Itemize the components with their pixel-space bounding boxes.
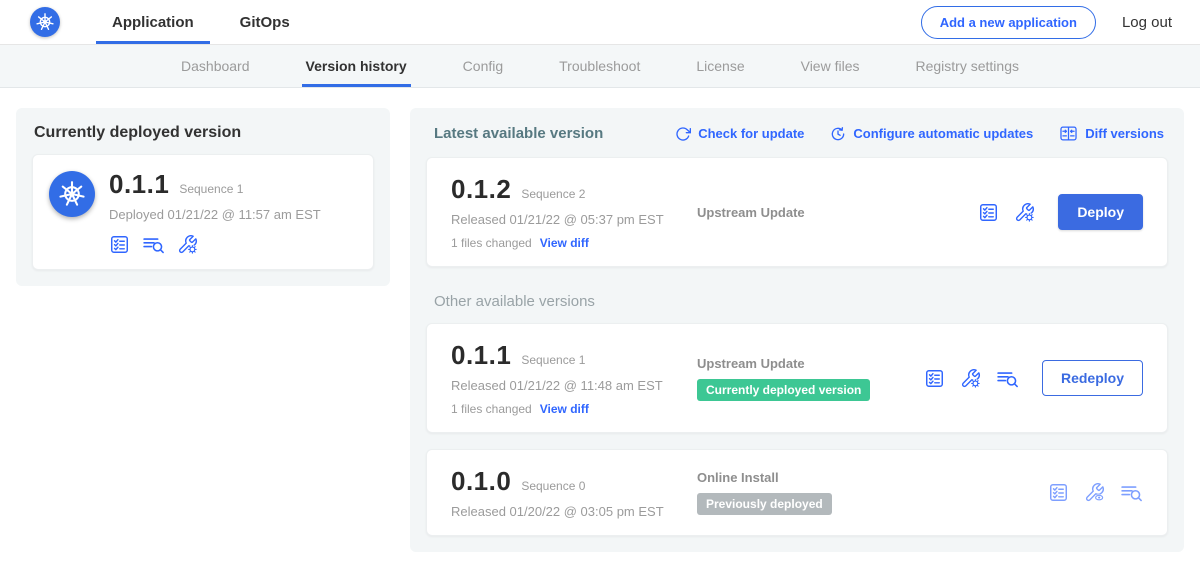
version-card-0-1-1: 0.1.1 Sequence 1 Released 01/21/22 @ 11:…: [426, 323, 1168, 433]
view-config-icon[interactable]: [1084, 482, 1105, 503]
currently-deployed-badge: Currently deployed version: [697, 379, 870, 401]
edit-config-icon[interactable]: [960, 368, 981, 389]
deployed-timestamp: Deployed 01/21/22 @ 11:57 am EST: [109, 207, 321, 222]
subnav-troubleshoot[interactable]: Troubleshoot: [555, 45, 644, 87]
diff-versions-link[interactable]: Diff versions: [1059, 124, 1164, 143]
subnav-registry-settings[interactable]: Registry settings: [912, 45, 1023, 87]
files-changed-label: 1 files changed: [451, 402, 532, 416]
version-sequence: Sequence 0: [521, 479, 585, 493]
version-number: 0.1.2: [451, 174, 511, 205]
other-versions-header: Other available versions: [426, 293, 1168, 310]
version-source: Upstream Update: [697, 356, 805, 371]
view-diff-link[interactable]: View diff: [540, 402, 589, 416]
deploy-button[interactable]: Deploy: [1058, 194, 1143, 230]
application-icon: [49, 171, 95, 217]
app-subnav: Dashboard Version history Config Trouble…: [0, 45, 1200, 88]
top-tabs: Application GitOps: [96, 0, 306, 44]
version-info: 0.1.2 Sequence 2 Released 01/21/22 @ 05:…: [451, 174, 697, 250]
files-changed-label: 1 files changed: [451, 236, 532, 250]
version-card-0-1-2: 0.1.2 Sequence 2 Released 01/21/22 @ 05:…: [426, 157, 1168, 267]
preflight-checks-icon[interactable]: [978, 202, 999, 223]
released-timestamp: Released 01/20/22 @ 03:05 pm EST: [451, 504, 697, 519]
subnav-config[interactable]: Config: [459, 45, 507, 87]
version-card-actions: Redeploy: [924, 360, 1143, 396]
view-diff-link[interactable]: View diff: [540, 236, 589, 250]
deployed-sequence: Sequence 1: [179, 182, 243, 196]
released-timestamp: Released 01/21/22 @ 05:37 pm EST: [451, 212, 697, 227]
deploy-logs-icon[interactable]: [1120, 482, 1143, 503]
tab-gitops[interactable]: GitOps: [224, 0, 306, 44]
version-source-column: Online Install Previously deployed: [697, 470, 1048, 515]
redeploy-button[interactable]: Redeploy: [1042, 360, 1143, 396]
add-application-button[interactable]: Add a new application: [921, 6, 1096, 39]
refresh-icon: [675, 126, 691, 142]
latest-version-header: Latest available version: [434, 125, 603, 142]
versions-panel-header: Latest available version Check for updat…: [426, 122, 1168, 143]
version-info: 0.1.0 Sequence 0 Released 01/20/22 @ 03:…: [451, 466, 697, 519]
version-actions: Check for update Configure automatic upd…: [675, 124, 1164, 143]
diff-icon: [1059, 124, 1078, 143]
edit-config-icon[interactable]: [1014, 202, 1035, 223]
version-source: Upstream Update: [697, 205, 805, 220]
version-card-0-1-0: 0.1.0 Sequence 0 Released 01/20/22 @ 03:…: [426, 449, 1168, 536]
kots-admin-page: Application GitOps Add a new application…: [0, 0, 1200, 564]
available-versions-panel: Latest available version Check for updat…: [410, 108, 1184, 552]
preflight-checks-icon[interactable]: [109, 234, 130, 255]
top-navbar: Application GitOps Add a new application…: [0, 0, 1200, 45]
version-source-column: Upstream Update Currently deployed versi…: [697, 356, 924, 401]
preflight-checks-icon[interactable]: [1048, 482, 1069, 503]
subnav-license[interactable]: License: [692, 45, 748, 87]
version-source-column: Upstream Update: [697, 205, 978, 220]
version-card-actions: [1048, 482, 1143, 503]
version-number: 0.1.0: [451, 466, 511, 497]
deploy-logs-icon[interactable]: [142, 234, 165, 255]
preflight-checks-icon[interactable]: [924, 368, 945, 389]
configure-automatic-updates-link[interactable]: Configure automatic updates: [830, 126, 1033, 142]
subnav-dashboard[interactable]: Dashboard: [177, 45, 254, 87]
topbar-actions: Add a new application Log out: [921, 0, 1172, 44]
version-card-actions: Deploy: [978, 194, 1143, 230]
version-info: 0.1.1 Sequence 1 Released 01/21/22 @ 11:…: [451, 340, 697, 416]
deployed-panel-title: Currently deployed version: [32, 124, 374, 142]
version-sequence: Sequence 1: [521, 353, 585, 367]
subnav-view-files[interactable]: View files: [797, 45, 864, 87]
subnav-version-history[interactable]: Version history: [302, 45, 411, 87]
logout-button[interactable]: Log out: [1122, 14, 1172, 31]
version-number: 0.1.1: [451, 340, 511, 371]
kubernetes-logo-icon: [30, 7, 60, 37]
edit-config-icon[interactable]: [177, 234, 198, 255]
deployed-version-number: 0.1.1: [109, 169, 169, 200]
tab-application[interactable]: Application: [96, 0, 210, 44]
schedule-icon: [830, 126, 846, 142]
app-brand: [30, 0, 60, 44]
version-source: Online Install: [697, 470, 779, 485]
deploy-logs-icon[interactable]: [996, 368, 1019, 389]
previously-deployed-badge: Previously deployed: [697, 493, 832, 515]
deployed-version-info: 0.1.1 Sequence 1 Deployed 01/21/22 @ 11:…: [109, 169, 321, 255]
deployed-version-card: 0.1.1 Sequence 1 Deployed 01/21/22 @ 11:…: [32, 154, 374, 270]
main-content: Currently deployed version 0.1.1 Sequenc…: [0, 88, 1200, 564]
currently-deployed-panel: Currently deployed version 0.1.1 Sequenc…: [16, 108, 390, 286]
released-timestamp: Released 01/21/22 @ 11:48 am EST: [451, 378, 697, 393]
check-for-update-link[interactable]: Check for update: [675, 126, 804, 142]
version-sequence: Sequence 2: [521, 187, 585, 201]
